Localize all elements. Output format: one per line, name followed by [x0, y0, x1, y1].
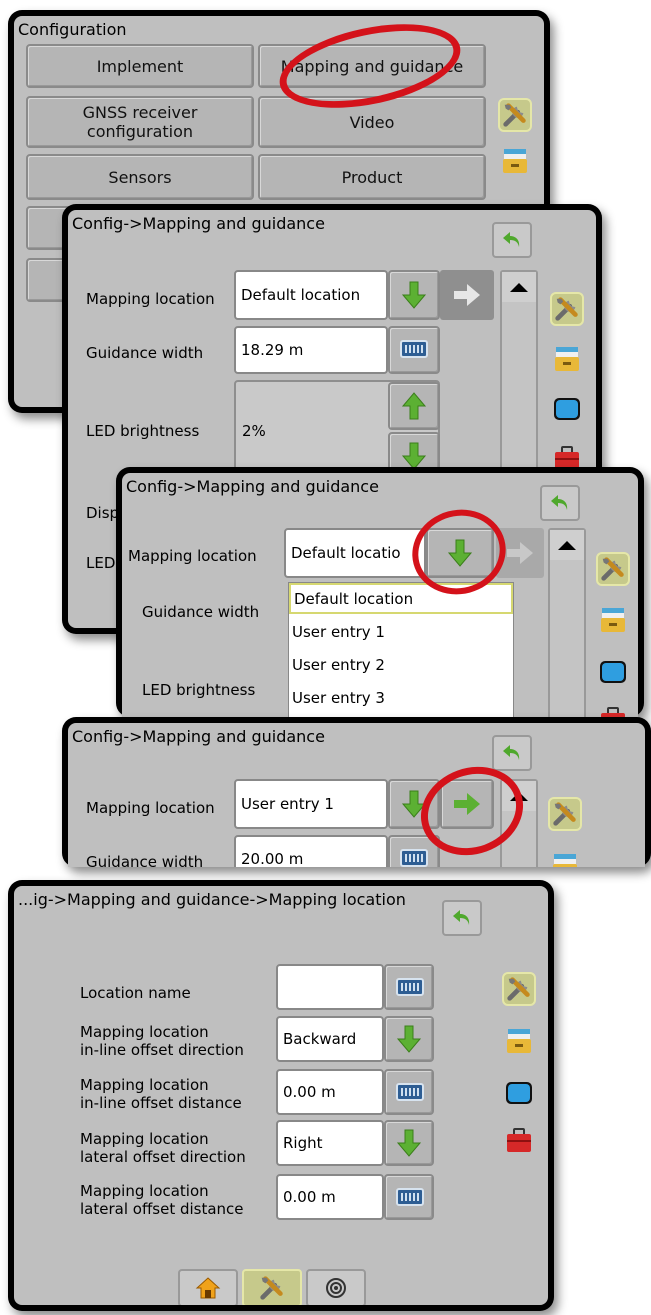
- tools-icon[interactable]: [548, 797, 582, 831]
- lateral-direction-label: Mapping location lateral offset directio…: [80, 1130, 246, 1166]
- gnss-receiver-button[interactable]: GNSS receiver configuration: [26, 96, 254, 148]
- user-entry-screen: Config->Mapping and guidance Mapping loc…: [68, 723, 645, 867]
- inline-distance-label: Mapping location in-line offset distance: [80, 1076, 242, 1112]
- files-icon[interactable]: [550, 342, 584, 376]
- mapping-dropdown-window: Config->Mapping and guidance Mapping loc…: [116, 467, 644, 717]
- mapping-location-select[interactable]: Default locatio: [284, 528, 426, 578]
- inline-distance-field[interactable]: 0.00 m: [276, 1069, 384, 1115]
- mapping-location-select[interactable]: User entry 1: [234, 779, 388, 829]
- led-brightness-label: LED brightness: [86, 422, 200, 440]
- sensors-button[interactable]: Sensors: [26, 154, 254, 200]
- back-icon: [500, 741, 524, 765]
- led-brightness-value: 2%: [242, 422, 266, 440]
- arrow-down-icon: [396, 1024, 422, 1054]
- dropdown-button[interactable]: [384, 1120, 434, 1166]
- lateral-direction-select[interactable]: Right: [276, 1120, 384, 1166]
- toolbox-icon[interactable]: [502, 1124, 536, 1158]
- dropdown-option[interactable]: User entry 1: [289, 616, 513, 647]
- dropdown-list: Default location User entry 1 User entry…: [288, 582, 514, 717]
- dropdown-option[interactable]: User entry 2: [289, 649, 513, 680]
- files-icon[interactable]: [548, 849, 582, 867]
- lateral-distance-field[interactable]: 0.00 m: [276, 1174, 384, 1220]
- bottom-tab-bar: [178, 1269, 368, 1305]
- increase-button[interactable]: [388, 382, 440, 430]
- lateral-distance-label: Mapping location lateral offset distance: [80, 1182, 244, 1218]
- display-icon[interactable]: [596, 655, 630, 689]
- back-button[interactable]: [540, 485, 580, 521]
- location-name-field[interactable]: [276, 964, 384, 1010]
- keyboard-icon: [400, 340, 428, 358]
- keyboard-button[interactable]: [384, 964, 434, 1010]
- page-title: Configuration: [18, 20, 127, 39]
- next-button[interactable]: [440, 270, 494, 320]
- files-icon[interactable]: [596, 603, 630, 637]
- mapping-dropdown-screen: Config->Mapping and guidance Mapping loc…: [122, 473, 638, 717]
- product-button[interactable]: Product: [258, 154, 486, 200]
- home-icon: [195, 1277, 221, 1299]
- gps-icon: [326, 1278, 346, 1298]
- user-entry-window: Config->Mapping and guidance Mapping loc…: [62, 717, 651, 867]
- tools-icon[interactable]: [550, 292, 584, 326]
- guidance-width-field[interactable]: 18.29 m: [234, 326, 388, 374]
- page-title: Config->Mapping and guidance: [72, 727, 325, 746]
- toolbox-icon[interactable]: [596, 703, 630, 717]
- scroll-up-button[interactable]: [502, 272, 536, 302]
- page-title: Config->Mapping and guidance: [72, 214, 325, 233]
- tools-icon: [258, 1274, 286, 1302]
- guidance-width-label: Guidance width: [86, 344, 204, 362]
- mapping-location-select[interactable]: Default location: [234, 270, 388, 320]
- mapping-location-screen: ...ig->Mapping and guidance->Mapping loc…: [14, 886, 548, 1305]
- page-title: ...ig->Mapping and guidance->Mapping loc…: [18, 890, 406, 909]
- tools-icon[interactable]: [502, 972, 536, 1006]
- arrow-down-icon: [396, 1128, 422, 1158]
- guidance-width-label: Guidance width: [86, 853, 204, 867]
- back-icon: [548, 491, 572, 515]
- back-button[interactable]: [442, 900, 482, 936]
- mapping-location-label: Mapping location: [128, 547, 257, 565]
- arrow-right-icon: [505, 540, 535, 566]
- scroll-up-button[interactable]: [550, 530, 584, 560]
- dropdown-button[interactable]: [384, 1016, 434, 1062]
- keyboard-button[interactable]: [384, 1069, 434, 1115]
- back-icon: [500, 228, 524, 252]
- keyboard-icon: [396, 1188, 424, 1206]
- back-button[interactable]: [492, 735, 532, 771]
- arrow-down-icon: [401, 280, 427, 310]
- keyboard-button[interactable]: [388, 326, 440, 374]
- arrow-right-icon: [452, 282, 482, 308]
- gps-tab[interactable]: [306, 1269, 366, 1305]
- display-icon[interactable]: [550, 392, 584, 426]
- mapping-location-label: Mapping location: [86, 799, 215, 817]
- mapping-location-window: ...ig->Mapping and guidance->Mapping loc…: [8, 880, 554, 1311]
- tools-tab[interactable]: [242, 1269, 302, 1305]
- back-button[interactable]: [492, 222, 532, 258]
- keyboard-button[interactable]: [384, 1174, 434, 1220]
- guidance-width-field[interactable]: 20.00 m: [234, 835, 388, 867]
- keyboard-icon: [400, 849, 428, 867]
- mapping-location-label: Mapping location: [86, 290, 215, 308]
- tools-icon[interactable]: [596, 552, 630, 586]
- page-title: Config->Mapping and guidance: [126, 477, 379, 496]
- inline-direction-label: Mapping location in-line offset directio…: [80, 1023, 244, 1059]
- files-icon[interactable]: [498, 144, 532, 178]
- dropdown-option[interactable]: User entry 3: [289, 682, 513, 713]
- keyboard-icon: [396, 1083, 424, 1101]
- display-label: Disp: [86, 504, 120, 522]
- dropdown-button[interactable]: [388, 270, 440, 320]
- home-tab[interactable]: [178, 1269, 238, 1305]
- files-icon[interactable]: [502, 1024, 536, 1058]
- implement-button[interactable]: Implement: [26, 44, 254, 88]
- guidance-width-label: Guidance width: [142, 603, 260, 621]
- back-icon: [450, 906, 474, 930]
- location-name-label: Location name: [80, 984, 191, 1002]
- inline-direction-select[interactable]: Backward: [276, 1016, 384, 1062]
- tools-icon[interactable]: [498, 98, 532, 132]
- keyboard-icon: [396, 978, 424, 996]
- display-icon[interactable]: [502, 1076, 536, 1110]
- arrow-up-icon: [401, 391, 427, 421]
- led-label: LED: [86, 554, 116, 572]
- led-brightness-label: LED brightness: [142, 681, 256, 699]
